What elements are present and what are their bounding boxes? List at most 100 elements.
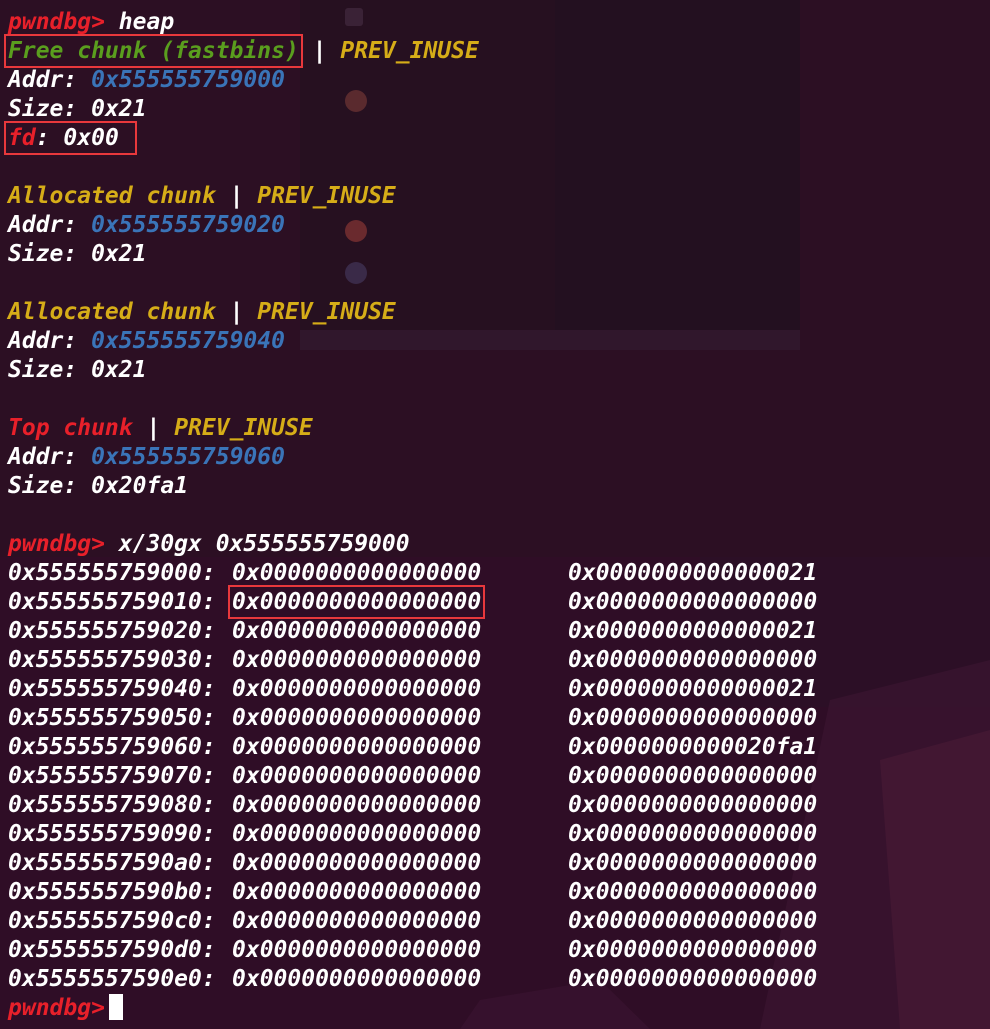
dump-address: 0x555555759050:: [8, 705, 216, 731]
dump-qword: 0x0000000000000021: [568, 560, 818, 586]
terminal[interactable]: pwndbg> heap Free chunk (fastbins) | PRE…: [4, 8, 818, 1023]
dump-qword: 0x0000000000000000: [568, 821, 818, 847]
dump-address: 0x5555557590b0:: [8, 879, 216, 905]
size-label: Size:: [8, 473, 78, 499]
separator: |: [229, 183, 244, 209]
chunk-title-allocated: Allocated chunk: [8, 183, 216, 209]
separator: |: [146, 415, 161, 441]
chunk-addr-line: Addr: 0x555555759000: [8, 66, 817, 95]
dump-row: 0x5555557590e0: 0x0000000000000000 0x00000…: [8, 965, 817, 994]
dump-qword: 0x0000000000000000: [232, 937, 482, 963]
dump-row: 0x555555759060: 0x0000000000000000 0x00000…: [8, 733, 817, 762]
dump-qword-cell: 0x0000000000000000: [227, 585, 568, 619]
dump-address: 0x555555759040:: [8, 676, 216, 702]
dump-qword: 0x0000000000000000: [568, 937, 818, 963]
chunk-address: 0x555555759020: [91, 212, 285, 238]
fd-value: : 0x00: [35, 125, 119, 151]
fd-pointer: fd: 0x00: [4, 121, 137, 155]
dump-row: 0x555555759070: 0x0000000000000000 0x00000…: [8, 762, 817, 791]
chunk-address: 0x555555759040: [91, 328, 285, 354]
dump-qword: 0x0000000000000000: [232, 821, 482, 847]
dump-qword: 0x0000000000000000: [232, 850, 482, 876]
input-line[interactable]: pwndbg>: [8, 993, 817, 1023]
chunk-size-line: Size: 0x21: [8, 95, 817, 124]
chunk-size: 0x21: [91, 241, 147, 267]
dump-row: 0x5555557590d0: 0x0000000000000000 0x00000…: [8, 936, 817, 965]
dump-row: 0x555555759020: 0x0000000000000000 0x00000…: [8, 617, 817, 646]
chunk-flag: PREV_INUSE: [174, 415, 313, 441]
text-cursor: [108, 993, 123, 1020]
dump-address: 0x555555759010:: [8, 589, 216, 615]
dump-address: 0x555555759020:: [8, 618, 216, 644]
dump-qword: 0x0000000000000000: [568, 792, 818, 818]
dump-qword: 0x0000000000000000: [232, 618, 482, 644]
command-text: heap: [118, 9, 175, 35]
chunk-addr-line: Addr: 0x555555759020: [8, 211, 817, 240]
chunk-size: 0x21: [91, 357, 147, 383]
prompt: pwndbg>: [8, 531, 105, 557]
dump-address: 0x555555759030:: [8, 647, 216, 673]
dump-qword: 0x0000000000000000: [568, 705, 818, 731]
size-label: Size:: [8, 241, 78, 267]
addr-label: Addr:: [8, 67, 78, 93]
chunk-size-line: Size: 0x21: [8, 240, 817, 269]
addr-label: Addr:: [8, 212, 78, 238]
chunk-size-line: Size: 0x21: [8, 356, 817, 385]
dump-address: 0x555555759070:: [8, 763, 216, 789]
dump-qword: 0x0000000000000000: [232, 676, 482, 702]
command-text: x/30gx 0x555555759000: [118, 531, 410, 557]
dump-address: 0x5555557590d0:: [8, 937, 216, 963]
dump-qword: 0x0000000000000000: [232, 560, 482, 586]
dump-address: 0x5555557590a0:: [8, 850, 216, 876]
dump-row: 0x5555557590c0: 0x0000000000000000 0x00000…: [8, 907, 817, 936]
command-line-heap: pwndbg> heap: [8, 8, 817, 37]
command-line-dump: pwndbg> x/30gx 0x555555759000: [8, 530, 817, 559]
dump-row: 0x555555759010: 0x0000000000000000 0x00000…: [8, 585, 818, 619]
dump-qword: 0x0000000000000000: [568, 966, 818, 992]
dump-qword: 0x0000000000000000: [568, 589, 818, 615]
chunk-address: 0x555555759000: [91, 67, 285, 93]
dump-address: 0x555555759090:: [8, 821, 216, 847]
addr-label: Addr:: [8, 328, 78, 354]
dump-address: 0x5555557590c0:: [8, 908, 216, 934]
dump-qword: 0x0000000000000000: [568, 647, 818, 673]
chunk-fd-line: fd: 0x00: [4, 121, 817, 155]
dump-row: 0x555555759040: 0x0000000000000000 0x00000…: [8, 675, 817, 704]
dump-qword: 0x0000000000000000: [568, 908, 818, 934]
size-label: Size:: [8, 96, 78, 122]
chunk-addr-line: Addr: 0x555555759040: [8, 327, 817, 356]
chunk-title-top: Top chunk: [8, 415, 133, 441]
dump-qword: 0x0000000000000021: [568, 618, 818, 644]
chunk-title-allocated: Allocated chunk: [8, 299, 216, 325]
dump-qword: 0x0000000000000000: [568, 763, 818, 789]
separator: |: [312, 38, 327, 64]
dump-address: 0x555555759060:: [8, 734, 216, 760]
size-label: Size:: [8, 357, 78, 383]
dump-qword: 0x0000000000000000: [232, 647, 482, 673]
dump-qword: 0x0000000000000000: [232, 966, 482, 992]
dump-qword: 0x0000000000000000: [232, 879, 482, 905]
dump-qword: 0x0000000000000000: [568, 879, 818, 905]
dump-row: 0x555555759090: 0x0000000000000000 0x00000…: [8, 820, 817, 849]
dump-qword: 0x0000000000000000: [232, 705, 482, 731]
dump-qword-highlighted: 0x0000000000000000: [227, 585, 486, 619]
dump-address: 0x555555759000:: [8, 560, 216, 586]
dump-address: 0x5555557590e0:: [8, 966, 216, 992]
chunk-header: Allocated chunk | PREV_INUSE: [8, 298, 817, 327]
dump-qword: 0x0000000000000000: [568, 850, 818, 876]
chunk-flag: PREV_INUSE: [257, 299, 396, 325]
dump-row: 0x5555557590a0: 0x0000000000000000 0x00000…: [8, 849, 817, 878]
dump-qword: 0x0000000000000021: [568, 676, 818, 702]
dump-qword: 0x0000000000000000: [232, 908, 482, 934]
dump-row: 0x5555557590b0: 0x0000000000000000 0x00000…: [8, 878, 817, 907]
dump-qword: 0x0000000000000000: [232, 792, 482, 818]
chunk-header: Top chunk | PREV_INUSE: [8, 414, 817, 443]
chunk-title-free: Free chunk (fastbins): [4, 34, 303, 68]
prompt: pwndbg>: [8, 995, 105, 1021]
dump-row: 0x555555759050: 0x0000000000000000 0x00000…: [8, 704, 817, 733]
dump-row: 0x555555759080: 0x0000000000000000 0x00000…: [8, 791, 817, 820]
